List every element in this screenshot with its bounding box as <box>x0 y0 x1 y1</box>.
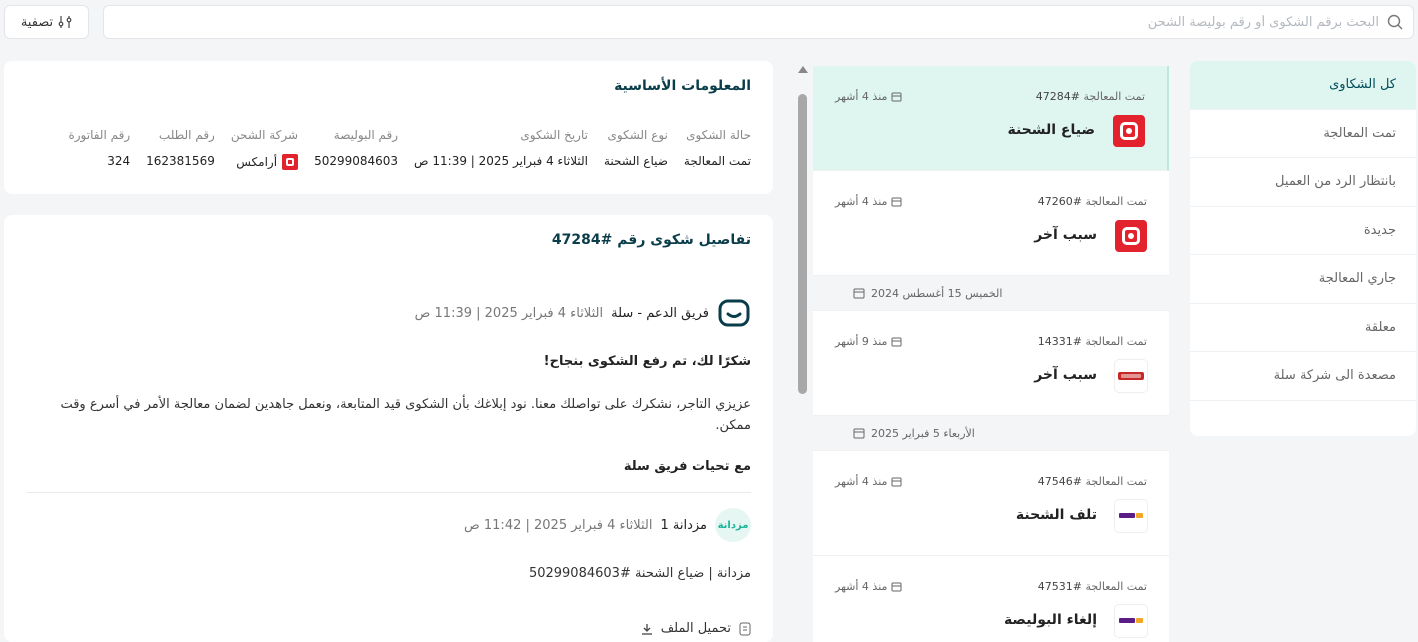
calendar-icon <box>891 477 902 487</box>
field-label: رقم الطلب <box>158 128 215 142</box>
sidebar-item-pending[interactable]: معلقة <box>1190 304 1416 352</box>
field-label: تاريخ الشكوى <box>520 128 588 142</box>
aramex-logo <box>1115 220 1147 252</box>
field-label: نوع الشكوى <box>607 128 668 142</box>
message-body-line2: ممكن. <box>715 418 751 433</box>
message-header: فريق الدعم - سلة الثلاثاء 4 فبراير 2025 … <box>415 296 751 330</box>
field-value: الثلاثاء 4 فبراير 2025 | 11:39 ص <box>414 154 588 168</box>
complaint-title: سبب آخر <box>1034 227 1097 243</box>
message-sender: مزدانة 1 <box>660 517 707 533</box>
message-body: مزدانة | ضياع الشحنة #50299084603 <box>528 566 751 581</box>
sidebar-item-escalated[interactable]: مصعدة الى شركة سلة <box>1190 352 1416 401</box>
list-scrollbar-thumb[interactable] <box>798 94 807 394</box>
complaint-age: منذ 4 أشهر <box>835 90 888 103</box>
field-label: حالة الشكوى <box>686 128 751 142</box>
complaint-status: تمت المعالجة <box>1085 195 1148 208</box>
sidebar-item-awaiting-customer[interactable]: بانتظار الرد من العميل <box>1190 158 1416 207</box>
field-value: 324 <box>107 154 131 168</box>
message-signoff: مع تحيات فريق سلة <box>623 459 751 474</box>
message-heading: شكرًا لك، تم رفع الشكوى بنجاح! <box>543 354 751 369</box>
date-separator-label: الأربعاء 5 فبراير 2025 <box>871 426 975 440</box>
calendar-icon <box>891 337 902 347</box>
message-time: الثلاثاء 4 فبراير 2025 | 11:42 ص <box>464 517 653 533</box>
search-bar[interactable] <box>103 5 1414 39</box>
complaint-details-panel: تفاصيل شكوى رقم #47284 فريق الدعم - سلة … <box>4 215 773 642</box>
sidebar-item-resolved[interactable]: تمت المعالجة <box>1190 110 1416 158</box>
sidebar-item-new[interactable]: جديدة <box>1190 207 1416 255</box>
field-label: رقم البوليصة <box>333 128 399 142</box>
calendar-icon <box>853 288 865 299</box>
carrier-logo <box>1115 360 1147 392</box>
filter-label: تصفية <box>20 14 54 30</box>
complaint-title: ضياع الشحنة <box>1007 122 1095 138</box>
complaint-card[interactable]: تمت المعالجة #47531 منذ 4 أشهر إلغاء الب… <box>813 556 1169 642</box>
salla-avatar-icon <box>717 296 751 330</box>
field-value: تمت المعالجة <box>683 154 751 168</box>
field-value: 50299084603 <box>314 154 399 168</box>
calendar-icon <box>891 197 902 207</box>
complaint-age: منذ 4 أشهر <box>835 580 888 593</box>
date-separator: الأربعاء 5 فبراير 2025 <box>813 416 1169 451</box>
complaint-status: تمت المعالجة <box>1083 90 1146 103</box>
field-value: 162381569 <box>146 154 215 168</box>
smsa-logo <box>1115 500 1147 532</box>
status-sidebar: كل الشكاوى تمت المعالجة بانتظار الرد من … <box>1190 61 1416 436</box>
complaint-age: منذ 4 أشهر <box>835 475 888 488</box>
attachment-label: تحميل الملف <box>660 621 731 636</box>
basic-info-panel: المعلومات الأساسية حالة الشكوى تمت المعال… <box>4 61 773 194</box>
complaint-id: #47284 <box>1035 90 1080 103</box>
date-separator-label: الخميس 15 أغسطس 2024 <box>871 286 1003 300</box>
complaint-id: #47546 <box>1037 475 1082 488</box>
message-time: الثلاثاء 4 فبراير 2025 | 11:39 ص <box>414 305 604 321</box>
search-icon <box>1387 14 1403 30</box>
complaint-card[interactable]: تمت المعالجة #47284 منذ 4 أشهر ضياع الشح… <box>813 66 1169 171</box>
message-header: مزدانة مزدانة 1 الثلاثاء 4 فبراير 2025 |… <box>464 508 751 542</box>
complaint-status: تمت المعالجة <box>1085 580 1148 593</box>
download-attachment-link[interactable]: تحميل الملف <box>641 621 751 636</box>
sidebar-item-in-progress[interactable]: جاري المعالجة <box>1190 255 1416 304</box>
complaint-status: تمت المعالجة <box>1085 475 1148 488</box>
complaint-card[interactable]: تمت المعالجة #47260 منذ 4 أشهر سبب آخر <box>813 171 1169 276</box>
date-separator: الخميس 15 أغسطس 2024 <box>813 276 1169 311</box>
smsa-logo <box>1115 605 1147 637</box>
field-value: أرامكس <box>236 155 278 169</box>
complaint-id: #47260 <box>1037 195 1082 208</box>
complaint-age: منذ 9 أشهر <box>835 335 888 348</box>
calendar-icon <box>853 428 865 439</box>
scroll-up-arrow[interactable] <box>798 66 808 73</box>
complaint-card[interactable]: تمت المعالجة #47546 منذ 4 أشهر تلف الشحن… <box>813 451 1169 556</box>
complaint-id: #47531 <box>1037 580 1082 593</box>
download-icon <box>641 623 652 635</box>
message-sender: فريق الدعم - سلة <box>611 305 709 321</box>
complaint-id: #14331 <box>1037 335 1082 348</box>
filter-button[interactable]: تصفية <box>4 5 89 39</box>
file-icon <box>739 622 751 635</box>
details-title: تفاصيل شكوى رقم #47284 <box>551 232 751 248</box>
complaint-title: إلغاء البوليصة <box>1003 612 1097 628</box>
complaint-card[interactable]: تمت المعالجة #14331 منذ 9 أشهر سبب آخر <box>813 311 1169 416</box>
complaint-age: منذ 4 أشهر <box>835 195 888 208</box>
complaint-title: تلف الشحنة <box>1015 507 1097 523</box>
calendar-icon <box>891 92 902 102</box>
aramex-logo <box>282 154 299 170</box>
sidebar-item-all[interactable]: كل الشكاوى <box>1190 61 1416 110</box>
message-body-line1: عزيزي التاجر، نشكرك على تواصلك معنا. نود… <box>60 397 751 412</box>
calendar-icon <box>891 582 902 592</box>
message-divider <box>26 492 751 493</box>
filter-icon <box>58 16 72 28</box>
complaint-title: سبب آخر <box>1034 367 1097 383</box>
complaint-list: تمت المعالجة #47284 منذ 4 أشهر ضياع الشح… <box>813 66 1169 642</box>
field-label: رقم الفاتورة <box>68 128 131 142</box>
basic-info-title: المعلومات الأساسية <box>614 78 751 94</box>
field-value: ضياع الشحنة <box>603 154 668 168</box>
aramex-logo <box>1113 115 1145 147</box>
complaint-status: تمت المعالجة <box>1085 335 1148 348</box>
field-label: شركة الشحن <box>230 128 299 142</box>
search-input[interactable] <box>104 6 1387 38</box>
store-avatar: مزدانة <box>715 508 751 542</box>
